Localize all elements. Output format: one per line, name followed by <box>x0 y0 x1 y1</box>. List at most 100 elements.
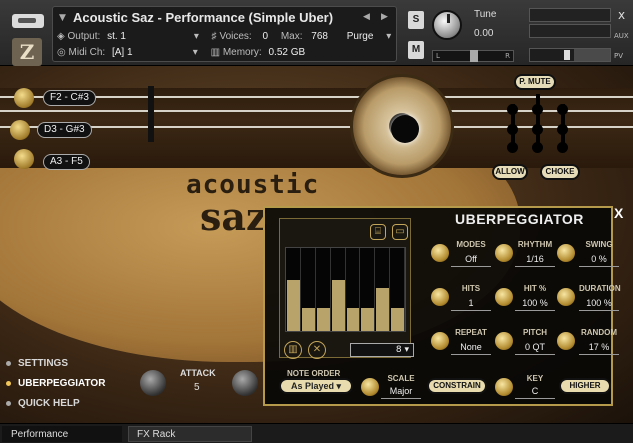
p-mute-button[interactable]: P. MUTE <box>514 74 556 90</box>
repeat-label: REPEAT <box>455 328 487 337</box>
load-pattern-icon[interactable]: ▭ <box>392 224 408 240</box>
volume-handle[interactable] <box>564 50 570 60</box>
selector-dot[interactable] <box>507 142 518 153</box>
prev-instrument-icon[interactable]: ◀ <box>363 12 370 22</box>
selector-bar-2 <box>536 94 540 148</box>
selector-dot[interactable] <box>507 104 518 115</box>
swing-value[interactable]: 0 % <box>579 254 619 264</box>
choke-button[interactable]: CHOKE <box>540 164 580 180</box>
random-knob[interactable] <box>557 332 575 350</box>
selector-dot[interactable] <box>557 104 568 115</box>
rhythm-value[interactable]: 1/16 <box>515 254 555 264</box>
output-dropdown-icon[interactable]: ▾ <box>194 31 199 42</box>
menu-quick-help[interactable]: QUICK HELP <box>6 398 80 409</box>
string-range-2[interactable]: D3 - G#3 <box>37 122 92 138</box>
step-column[interactable] <box>331 248 346 331</box>
wrench-icon[interactable] <box>12 14 44 28</box>
instrument-name[interactable]: Acoustic Saz - Performance (Simple Uber) <box>73 10 333 25</box>
velocity-bars-icon[interactable]: ▥ <box>284 341 302 359</box>
menu-settings[interactable]: SETTINGS <box>6 358 68 369</box>
constrain-button[interactable]: CONSTRAIN <box>427 378 487 394</box>
step-grid[interactable] <box>285 247 406 332</box>
solo-button[interactable]: S <box>408 11 424 29</box>
random-underline <box>579 354 619 355</box>
tab-fx-rack[interactable]: FX Rack <box>128 426 252 442</box>
selector-dot[interactable] <box>507 124 518 135</box>
swing-knob[interactable] <box>557 244 575 262</box>
scale-value[interactable]: Major <box>381 386 421 396</box>
tab-performance[interactable]: Performance <box>2 426 122 442</box>
step-column[interactable] <box>375 248 391 331</box>
pitch-knob[interactable] <box>495 332 513 350</box>
step-column[interactable] <box>286 248 301 331</box>
pan-handle[interactable] <box>470 50 478 62</box>
step-column[interactable] <box>316 248 331 331</box>
step-bar[interactable] <box>301 307 315 331</box>
step-column[interactable] <box>301 248 316 331</box>
close-instrument-icon[interactable]: x <box>618 8 625 22</box>
allow-button[interactable]: ALLOW <box>492 164 528 180</box>
attack-knob[interactable] <box>140 370 166 396</box>
hit-percent-value[interactable]: 100 % <box>515 298 555 308</box>
purge-menu[interactable]: Purge <box>347 31 374 42</box>
duration-knob[interactable] <box>557 288 575 306</box>
pv-label[interactable]: PV <box>614 52 623 60</box>
string-range-3[interactable]: A3 - F5 <box>43 154 90 170</box>
random-value[interactable]: 17 % <box>579 342 619 352</box>
output-voices-row: ◈ Output: st. 1 ▾ ♯ Voices: 0 Max: 768 P… <box>57 31 391 42</box>
collapse-arrow-icon[interactable]: ▼ <box>59 13 66 23</box>
selector-dot[interactable] <box>532 142 543 153</box>
menu-uberpeggiator[interactable]: UBERPEGGIATOR <box>6 378 105 389</box>
output-icon: ◈ <box>57 31 65 42</box>
step-bar[interactable] <box>361 307 375 331</box>
hit-percent-knob[interactable] <box>495 288 513 306</box>
repeat-value[interactable]: None <box>451 342 491 352</box>
selector-dot[interactable] <box>532 124 543 135</box>
step-column[interactable] <box>346 248 361 331</box>
step-column[interactable] <box>360 248 376 331</box>
step-bar[interactable] <box>316 307 330 331</box>
midi-channel-select[interactable]: [A] 1 <box>112 47 186 58</box>
modes-value[interactable]: Off <box>451 254 491 264</box>
pitch-underline <box>515 354 555 355</box>
step-bar[interactable] <box>391 307 404 331</box>
higher-button[interactable]: HIGHER <box>559 378 611 394</box>
aux-label[interactable]: AUX <box>614 32 629 40</box>
max-voices-value[interactable]: 768 <box>311 31 328 42</box>
release-knob[interactable] <box>232 370 258 396</box>
clear-steps-icon[interactable]: ✕ <box>308 341 326 359</box>
step-bar[interactable] <box>287 279 300 331</box>
step-bar[interactable] <box>376 287 390 331</box>
key-knob[interactable] <box>495 378 513 396</box>
key-value[interactable]: C <box>515 386 555 396</box>
string-range-1[interactable]: F2 - C#3 <box>43 90 96 106</box>
scale-knob[interactable] <box>361 378 379 396</box>
midi-dropdown-icon[interactable]: ▾ <box>193 47 198 58</box>
pan-slider[interactable]: L R <box>432 50 514 62</box>
note-order-select[interactable]: As Played ▾ <box>279 378 353 394</box>
rhythm-knob[interactable] <box>495 244 513 262</box>
step-bar[interactable] <box>346 307 360 331</box>
save-pattern-icon[interactable]: ⌸ <box>370 224 386 240</box>
close-uberpeggiator-icon[interactable]: X <box>614 205 623 221</box>
selector-dot[interactable] <box>557 142 568 153</box>
modes-knob[interactable] <box>431 244 449 262</box>
selector-dot[interactable] <box>532 104 543 115</box>
step-column[interactable] <box>390 248 405 331</box>
output-select[interactable]: st. 1 <box>107 31 187 42</box>
duration-value[interactable]: 100 % <box>579 298 619 308</box>
next-instrument-icon[interactable]: ▶ <box>381 12 388 22</box>
hits-knob[interactable] <box>431 288 449 306</box>
selector-dot[interactable] <box>557 124 568 135</box>
memory-label: Memory: <box>222 47 262 58</box>
hits-value[interactable]: 1 <box>451 298 491 308</box>
menu-bullet-icon <box>6 380 11 386</box>
steps-count-field[interactable]: 8 ▾ <box>350 343 414 357</box>
volume-slider[interactable] <box>529 48 611 62</box>
pitch-value[interactable]: 0 QT <box>515 342 555 352</box>
step-bar[interactable] <box>331 279 345 331</box>
repeat-knob[interactable] <box>431 332 449 350</box>
purge-dropdown-icon[interactable]: ▾ <box>386 31 391 42</box>
mute-button[interactable]: M <box>408 41 424 59</box>
tune-knob[interactable] <box>432 10 462 40</box>
